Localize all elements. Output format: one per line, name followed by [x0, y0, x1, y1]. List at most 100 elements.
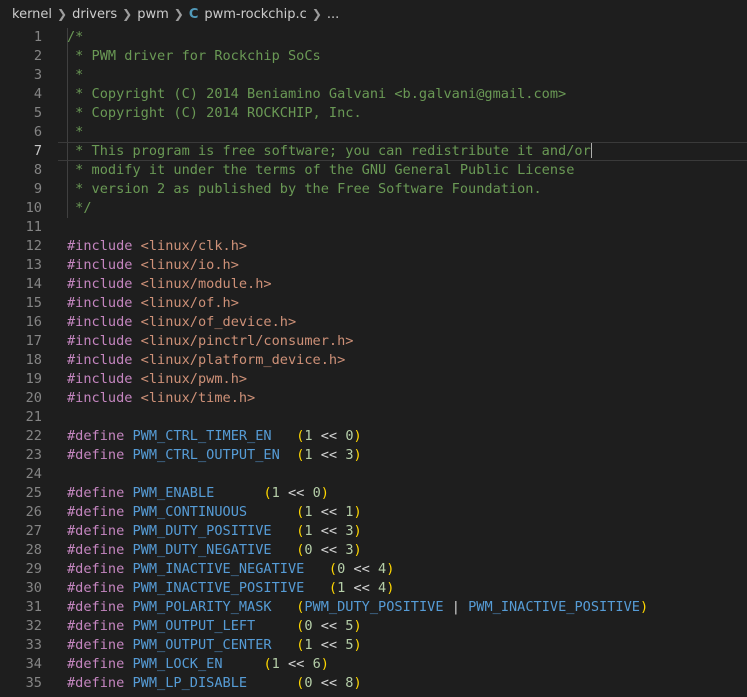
line-number: 16 — [25, 314, 42, 330]
line-content: #define PWM_CTRL_TIMER_EN (1 << 0) — [67, 428, 362, 444]
preprocessor-keyword: #include — [67, 333, 133, 349]
preprocessor-keyword: #define — [67, 637, 125, 653]
preprocessor-keyword: #include — [67, 276, 133, 292]
code-line[interactable]: 5 * Copyright (C) 2014 ROCKCHIP, Inc. — [0, 104, 747, 123]
line-content: #define PWM_DUTY_NEGATIVE (0 << 3) — [67, 542, 362, 558]
code-line[interactable]: 13 #include <linux/io.h> — [0, 256, 747, 275]
code-line[interactable]: 21 — [0, 408, 747, 427]
line-content: #include <linux/module.h> — [67, 275, 272, 294]
code-line[interactable]: 34 #define PWM_LOCK_EN (1 << 6) — [0, 655, 747, 674]
include-path: <linux/platform_device.h> — [132, 352, 346, 368]
line-content: * This program is free software; you can… — [67, 142, 592, 161]
code-line[interactable]: 12 #include <linux/clk.h> — [0, 237, 747, 256]
preprocessor-keyword: #include — [67, 295, 133, 311]
code-line[interactable]: 29 #define PWM_INACTIVE_NEGATIVE (0 << 4) — [0, 560, 747, 579]
line-content: #include <linux/of_device.h> — [67, 313, 296, 332]
code-editor[interactable]: 1/* 2 * PWM driver for Rockchip SoCs 3 * 4 … — [0, 28, 747, 697]
line-number: 10 — [25, 200, 42, 216]
code-line[interactable]: 31 #define PWM_POLARITY_MASK (PWM_DUTY_PO… — [0, 598, 747, 617]
code-line[interactable]: 4 * Copyright (C) 2014 Beniamino Galvani… — [0, 85, 747, 104]
line-content: #define PWM_OUTPUT_LEFT (0 << 5) — [67, 618, 362, 634]
code-line[interactable]: 32 #define PWM_OUTPUT_LEFT (0 << 5) — [0, 617, 747, 636]
line-number: 14 — [25, 276, 42, 292]
number: 1 — [304, 523, 313, 539]
code-line[interactable]: 2 * PWM driver for Rockchip SoCs — [0, 47, 747, 66]
code-line[interactable]: 14 #include <linux/module.h> — [0, 275, 747, 294]
code-line[interactable]: 20 #include <linux/time.h> — [0, 389, 747, 408]
code-line[interactable]: 16 #include <linux/of_device.h> — [0, 313, 747, 332]
include-path: <linux/of.h> — [132, 295, 239, 311]
code-line[interactable]: 10 */ — [0, 199, 747, 218]
code-line[interactable]: 30 #define PWM_INACTIVE_POSITIVE (1 << 4) — [0, 579, 747, 598]
line-number: 3 — [33, 67, 42, 83]
code-line[interactable]: 8 * modify it under the terms of the GNU… — [0, 161, 747, 180]
number: 0 — [304, 618, 313, 634]
macro-name: PWM_CTRL_OUTPUT_EN — [132, 447, 280, 463]
code-line[interactable]: 25 #define PWM_ENABLE (1 << 0) — [0, 484, 747, 503]
include-path: <linux/io.h> — [132, 257, 239, 273]
line-content: #define PWM_LOCK_EN (1 << 6) — [67, 656, 329, 672]
comment-text: * — [67, 67, 84, 83]
comment-text: * Copyright (C) 2014 Beniamino Galvani <… — [67, 86, 567, 102]
macro-name: PWM_CONTINUOUS — [132, 504, 248, 520]
preprocessor-keyword: #include — [67, 314, 133, 330]
padding — [272, 599, 297, 615]
code-line[interactable]: 15 #include <linux/of.h> — [0, 294, 747, 313]
breadcrumb-file[interactable]: pwm-rockchip.c — [204, 7, 306, 22]
macro-name: PWM_INACTIVE_POSITIVE — [132, 580, 305, 596]
number: 1 — [304, 447, 313, 463]
code-line[interactable]: 35 #define PWM_LP_DISABLE (0 << 8) — [0, 674, 747, 693]
padding — [304, 561, 329, 577]
code-line[interactable]: 9 * version 2 as published by the Free S… — [0, 180, 747, 199]
number: 1 — [304, 428, 313, 444]
line-number: 29 — [25, 561, 42, 577]
code-line[interactable]: 11 — [0, 218, 747, 237]
preprocessor-keyword: #define — [67, 580, 125, 596]
line-number: 12 — [25, 238, 42, 254]
line-number: 2 — [33, 48, 42, 64]
line-number: 19 — [25, 371, 42, 387]
code-line[interactable]: 23 #define PWM_CTRL_OUTPUT_EN (1 << 3) — [0, 446, 747, 465]
preprocessor-keyword: #include — [67, 238, 133, 254]
code-line[interactable]: 28 #define PWM_DUTY_NEGATIVE (0 << 3) — [0, 541, 747, 560]
include-path: <linux/pwm.h> — [132, 371, 248, 387]
macro-name: PWM_DUTY_NEGATIVE — [132, 542, 272, 558]
include-path: <linux/pinctrl/consumer.h> — [132, 333, 354, 349]
breadcrumb-kernel[interactable]: kernel — [12, 7, 52, 22]
preprocessor-keyword: #define — [67, 428, 125, 444]
number: 0 — [312, 485, 321, 501]
code-line[interactable]: 18 #include <linux/platform_device.h> — [0, 351, 747, 370]
preprocessor-keyword: #include — [67, 257, 133, 273]
code-line[interactable]: 24 — [0, 465, 747, 484]
preprocessor-keyword: #define — [67, 656, 125, 672]
number: 3 — [345, 523, 354, 539]
line-content: #include <linux/clk.h> — [67, 237, 247, 256]
number: 1 — [271, 485, 280, 501]
line-number: 34 — [25, 656, 42, 672]
code-line[interactable]: 1 /* — [0, 28, 747, 47]
code-line[interactable]: 6 * — [0, 123, 747, 142]
code-line[interactable]: 17 #include <linux/pinctrl/consumer.h> — [0, 332, 747, 351]
chevron-right-icon: ❯ — [57, 7, 68, 21]
breadcrumb-drivers[interactable]: drivers — [72, 7, 117, 22]
line-number: 32 — [25, 618, 42, 634]
code-line[interactable]: 33 #define PWM_OUTPUT_CENTER (1 << 5) — [0, 636, 747, 655]
breadcrumb-symbols[interactable]: ... — [327, 7, 339, 22]
code-line[interactable]: 7 * This program is free software; you c… — [0, 142, 747, 161]
preprocessor-keyword: #define — [67, 542, 125, 558]
macro-name: PWM_LOCK_EN — [132, 656, 223, 672]
code-line[interactable]: 19 #include <linux/pwm.h> — [0, 370, 747, 389]
breadcrumb-pwm[interactable]: pwm — [137, 7, 169, 22]
code-line[interactable]: 26 #define PWM_CONTINUOUS (1 << 1) — [0, 503, 747, 522]
line-number: 30 — [25, 580, 42, 596]
padding — [272, 428, 297, 444]
code-line[interactable]: 22 #define PWM_CTRL_TIMER_EN (1 << 0) — [0, 427, 747, 446]
line-number: 18 — [25, 352, 42, 368]
code-line[interactable]: 27 #define PWM_DUTY_POSITIVE (1 << 3) — [0, 522, 747, 541]
line-content: #define PWM_LP_DISABLE (0 << 8) — [67, 675, 362, 691]
padding — [255, 618, 296, 634]
code-line[interactable]: 3 * — [0, 66, 747, 85]
line-content: * PWM driver for Rockchip SoCs — [67, 47, 321, 66]
preprocessor-keyword: #define — [67, 523, 125, 539]
macro-ref: PWM_DUTY_POSITIVE — [304, 599, 444, 615]
